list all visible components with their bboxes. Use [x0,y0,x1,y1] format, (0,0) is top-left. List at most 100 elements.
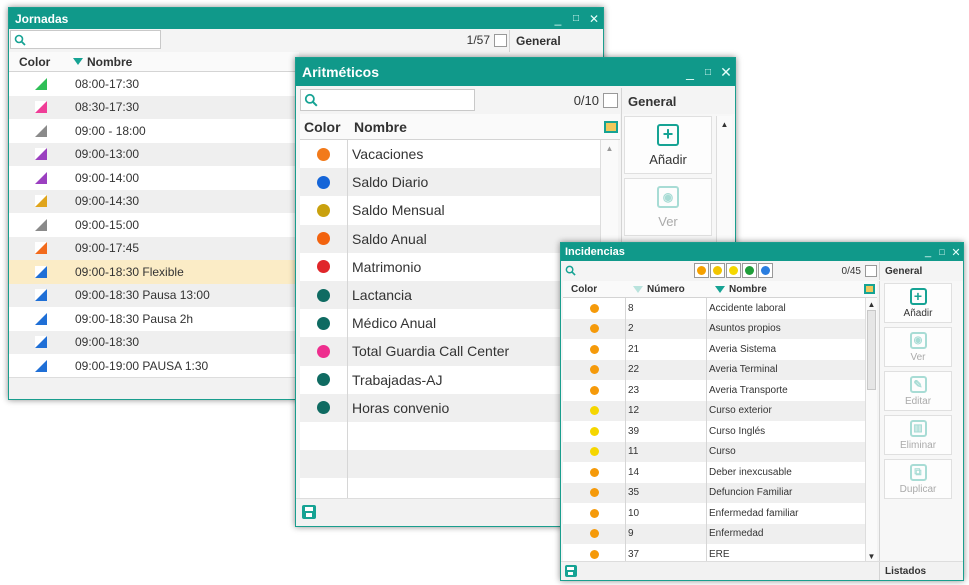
incidencias-scrollbar[interactable]: ▲ ▼ [865,298,877,562]
scroll-up-icon[interactable]: ▲ [717,118,732,130]
color-filter-toggle[interactable] [758,263,773,278]
view-button[interactable]: ◉ Ver [624,178,712,236]
jornadas-col-name[interactable]: Nombre [87,55,132,69]
table-row[interactable]: 11 Curso [563,441,865,462]
table-row[interactable]: 09:00-18:30 Pausa 2h [9,307,299,331]
table-row[interactable]: Total Guardia Call Center [300,337,600,366]
color-filter-toggle[interactable] [742,263,757,278]
duplicate-button[interactable]: ⧉ Duplicar [884,459,952,499]
table-row[interactable]: Matrimonio [300,253,600,281]
jornadas-search-input[interactable] [10,30,161,49]
table-row[interactable]: 23 Averia Transporte [563,380,865,401]
minimize-icon[interactable]: _ [549,12,567,26]
close-icon[interactable]: ✕ [717,64,735,81]
table-row[interactable]: 2 Asuntos propios [563,318,865,339]
table-row[interactable]: 08:30-17:30 [9,95,299,119]
color-cell [9,171,73,184]
color-cell [563,426,625,436]
add-button[interactable]: + Añadir [884,283,952,323]
scroll-up-icon[interactable]: ▲ [601,142,618,154]
table-row[interactable]: 08:00-17:30 [9,72,299,96]
table-row[interactable]: 09:00-18:30 Pausa 13:00 [9,283,299,307]
table-row[interactable]: 8 Accidente laboral [563,298,865,319]
incidencias-col-number[interactable]: Número [647,284,715,295]
table-row[interactable]: 09:00-13:00 [9,142,299,166]
color-cell [9,359,73,372]
edit-button[interactable]: ✎ Editar [884,371,952,411]
table-row[interactable]: 39 Curso Inglés [563,421,865,442]
row-name: Accidente laboral [709,302,786,314]
close-icon[interactable]: ✕ [949,246,963,259]
aritmeticos-search-input[interactable] [300,89,475,111]
maximize-icon[interactable]: □ [935,247,949,257]
table-row[interactable]: Lactancia [300,280,600,310]
aritmeticos-select-all-checkbox[interactable] [603,92,618,108]
incidencias-col-name[interactable]: Nombre [729,284,767,295]
aritmeticos-col-name[interactable]: Nombre [348,119,407,135]
table-row[interactable]: Vacaciones [300,140,600,168]
incidencias-search-input[interactable] [563,263,693,279]
aritmeticos-side-tab[interactable]: General [621,88,735,114]
table-row[interactable]: Saldo Anual [300,224,600,253]
table-row[interactable]: Médico Anual [300,309,600,337]
columns-icon[interactable] [604,120,618,133]
minimize-icon[interactable]: _ [681,64,699,80]
maximize-icon[interactable]: □ [567,13,585,24]
copy-icon: ⧉ [909,463,927,481]
scroll-up-icon[interactable]: ▲ [866,298,877,310]
color-filter-toggle[interactable] [726,263,741,278]
table-row[interactable]: 09:00-17:45 [9,236,299,260]
jornadas-side-tab[interactable]: General [509,30,603,52]
color-cell [9,77,73,90]
save-icon[interactable] [302,505,316,519]
row-name: 09:00-18:30 Flexible [75,264,184,279]
table-row[interactable]: 14 Deber inexcusable [563,462,865,483]
jornadas-col-color[interactable]: Color [9,55,73,69]
table-row[interactable]: 9 Enfermedad [563,523,865,544]
table-row[interactable]: 09:00-15:00 [9,213,299,237]
aritmeticos-col-color[interactable]: Color [300,119,348,135]
jornadas-select-all-checkbox[interactable] [494,33,507,47]
table-row[interactable]: 09:00 - 18:00 [9,119,299,143]
table-row[interactable]: Saldo Diario [300,168,600,197]
table-row[interactable]: 09:00-18:30 [9,330,299,354]
color-filter-toggle[interactable] [694,263,709,278]
save-icon[interactable] [565,565,577,577]
row-name: Enfermedad familiar [709,507,799,519]
add-button[interactable]: + Añadir [624,116,712,174]
table-row[interactable]: 21 Averia Sistema [563,339,865,360]
incidencias-side-tab[interactable]: General [879,262,963,280]
table-row[interactable]: Trabajadas-AJ [300,366,600,394]
incidencias-col-color[interactable]: Color [563,284,625,295]
row-number: 37 [628,548,640,560]
color-dot-icon [589,406,599,416]
row-name: Vacaciones [352,146,424,163]
listados-tab[interactable]: Listados [879,562,963,580]
table-row[interactable]: 35 Defuncion Familiar [563,482,865,503]
table-row[interactable]: 09:00-19:00 PAUSA 1:30 [9,354,299,377]
table-row[interactable]: 22 Averia Terminal [563,359,865,380]
aritmeticos-column-divider [347,140,348,498]
row-name: Horas convenio [352,399,450,416]
sort-desc-icon [715,285,725,293]
table-row[interactable]: 09:00-14:00 [9,166,299,190]
table-row[interactable]: 12 Curso exterior [563,400,865,421]
scrollbar-thumb[interactable] [867,310,876,390]
table-row[interactable]: 09:00-18:30 Flexible [9,260,299,284]
close-icon[interactable]: ✕ [585,12,603,26]
minimize-icon[interactable]: _ [921,246,935,258]
view-button-label: Ver [910,351,926,363]
table-row[interactable]: 09:00-14:30 [9,189,299,213]
columns-icon[interactable] [864,284,875,294]
delete-button[interactable]: ▥ Eliminar [884,415,952,455]
view-button[interactable]: ◉ Ver [884,327,952,367]
incidencias-select-all-checkbox[interactable] [865,265,877,277]
table-row[interactable]: Saldo Mensual [300,196,600,224]
table-row[interactable]: Horas convenio [300,393,600,422]
table-row[interactable]: 10 Enfermedad familiar [563,503,865,524]
maximize-icon[interactable]: □ [699,67,717,78]
table-row[interactable]: 37 ERE [563,544,865,562]
row-number: 10 [628,507,640,519]
color-filter-toggle[interactable] [710,263,725,278]
incidencias-page-count: 0/45 [841,265,861,277]
